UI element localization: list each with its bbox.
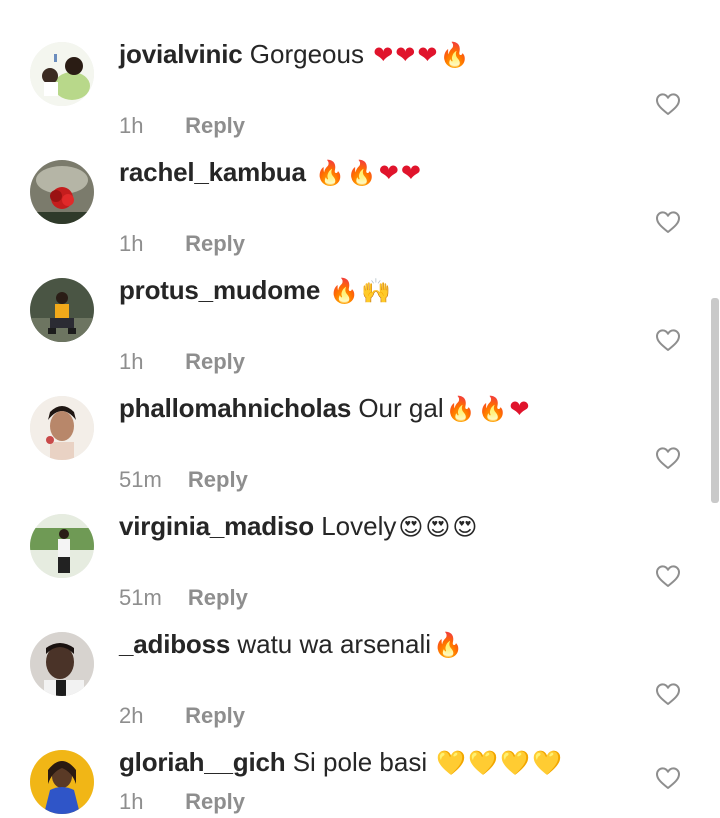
heart-emoji: ❤ bbox=[417, 41, 438, 69]
avatar[interactable] bbox=[30, 278, 94, 342]
heart-emoji: ❤ bbox=[400, 159, 421, 187]
comment-item: jovialvinic Gorgeous ❤❤❤🔥 1h Reply bbox=[0, 34, 720, 152]
comment-meta: 1h Reply bbox=[119, 788, 245, 816]
comment-meta: 51m Reply bbox=[119, 584, 248, 612]
comment-line: virginia_madiso Lovely😍😍😍 bbox=[119, 506, 477, 546]
comment-time: 1h bbox=[119, 113, 144, 138]
comment-username[interactable]: jovialvinic bbox=[119, 39, 243, 69]
fire-emoji: 🔥 bbox=[346, 159, 377, 187]
heart-outline-icon[interactable] bbox=[655, 766, 681, 790]
fire-emoji: 🔥 bbox=[314, 159, 345, 187]
comment-meta: 1h Reply bbox=[119, 230, 245, 258]
comment-text: watu wa arsenali bbox=[237, 629, 431, 659]
comment-time: 1h bbox=[119, 349, 144, 374]
avatar[interactable] bbox=[30, 160, 94, 224]
comment-line: protus_mudome 🔥🙌 bbox=[119, 270, 391, 310]
fire-emoji: 🔥 bbox=[477, 395, 508, 423]
heart-outline-icon[interactable] bbox=[655, 92, 681, 116]
comment-item: rachel_kambua 🔥🔥❤❤ 1h Reply bbox=[0, 152, 720, 270]
comment-line: gloriah__gich Si pole basi 💛💛💛💛 bbox=[119, 742, 562, 782]
avatar[interactable] bbox=[30, 396, 94, 460]
comment-line: jovialvinic Gorgeous ❤❤❤🔥 bbox=[119, 34, 469, 74]
comment-username[interactable]: phallomahnicholas bbox=[119, 393, 351, 423]
comment-text: Lovely bbox=[321, 511, 397, 541]
comment-username[interactable]: rachel_kambua bbox=[119, 157, 306, 187]
avatar[interactable] bbox=[30, 632, 94, 696]
heart-emoji: ❤ bbox=[378, 159, 399, 187]
raising-hands-emoji: 🙌 bbox=[361, 277, 392, 305]
comment-text: Our gal bbox=[358, 393, 444, 423]
reply-button[interactable]: Reply bbox=[188, 467, 248, 492]
fire-emoji: 🔥 bbox=[439, 41, 470, 69]
heart-eyes-emoji: 😍 bbox=[452, 513, 478, 541]
heart-eyes-emoji: 😍 bbox=[425, 513, 451, 541]
comment-username[interactable]: protus_mudome bbox=[119, 275, 320, 305]
heart-outline-icon[interactable] bbox=[655, 682, 681, 706]
comment-time: 51m bbox=[119, 585, 162, 610]
comment-username[interactable]: gloriah__gich bbox=[119, 747, 286, 777]
avatar[interactable] bbox=[30, 514, 94, 578]
comment-item: phallomahnicholas Our gal🔥🔥❤ 51m Reply bbox=[0, 388, 720, 506]
comment-username[interactable]: virginia_madiso bbox=[119, 511, 314, 541]
reply-button[interactable]: Reply bbox=[185, 231, 245, 256]
comment-item: gloriah__gich Si pole basi 💛💛💛💛 1h Reply bbox=[0, 742, 720, 818]
comment-item: protus_mudome 🔥🙌 1h Reply bbox=[0, 270, 720, 388]
heart-emoji: ❤ bbox=[509, 395, 530, 423]
yellow-heart-emoji: 💛 bbox=[500, 749, 531, 777]
reply-button[interactable]: Reply bbox=[185, 789, 245, 814]
heart-outline-icon[interactable] bbox=[655, 210, 681, 234]
yellow-heart-emoji: 💛 bbox=[436, 749, 467, 777]
comment-line: phallomahnicholas Our gal🔥🔥❤ bbox=[119, 388, 529, 428]
heart-emoji: ❤ bbox=[395, 41, 416, 69]
heart-outline-icon[interactable] bbox=[655, 446, 681, 470]
comment-meta: 51m Reply bbox=[119, 466, 248, 494]
reply-button[interactable]: Reply bbox=[185, 703, 245, 728]
comments-list: jovialvinic Gorgeous ❤❤❤🔥 1h Reply rache… bbox=[0, 0, 720, 818]
avatar[interactable] bbox=[30, 42, 94, 106]
comment-meta: 1h Reply bbox=[119, 348, 245, 376]
comment-line: _adiboss watu wa arsenali🔥 bbox=[119, 624, 463, 664]
heart-emoji: ❤ bbox=[373, 41, 394, 69]
comment-time: 2h bbox=[119, 703, 144, 728]
fire-emoji: 🔥 bbox=[433, 631, 463, 659]
heart-outline-icon[interactable] bbox=[655, 328, 681, 352]
comment-line: rachel_kambua 🔥🔥❤❤ bbox=[119, 152, 421, 192]
reply-button[interactable]: Reply bbox=[185, 349, 245, 374]
fire-emoji: 🔥 bbox=[445, 395, 476, 423]
avatar[interactable] bbox=[30, 750, 94, 814]
comment-meta: 1h Reply bbox=[119, 112, 245, 140]
comment-time: 1h bbox=[119, 789, 144, 814]
comment-item: _adiboss watu wa arsenali🔥 2h Reply bbox=[0, 624, 720, 742]
fire-emoji: 🔥 bbox=[329, 277, 360, 305]
heart-outline-icon[interactable] bbox=[655, 564, 681, 588]
reply-button[interactable]: Reply bbox=[188, 585, 248, 610]
comment-item: virginia_madiso Lovely😍😍😍 51m Reply bbox=[0, 506, 720, 624]
heart-eyes-emoji: 😍 bbox=[398, 513, 424, 541]
yellow-heart-emoji: 💛 bbox=[532, 749, 562, 777]
comment-meta: 2h Reply bbox=[119, 702, 245, 730]
reply-button[interactable]: Reply bbox=[185, 113, 245, 138]
comment-time: 1h bbox=[119, 231, 144, 256]
comment-time: 51m bbox=[119, 467, 162, 492]
comment-username[interactable]: _adiboss bbox=[119, 629, 230, 659]
scrollbar[interactable] bbox=[711, 298, 719, 503]
comment-text: Gorgeous bbox=[249, 39, 364, 69]
yellow-heart-emoji: 💛 bbox=[468, 749, 499, 777]
comment-text: Si pole basi bbox=[292, 747, 428, 777]
